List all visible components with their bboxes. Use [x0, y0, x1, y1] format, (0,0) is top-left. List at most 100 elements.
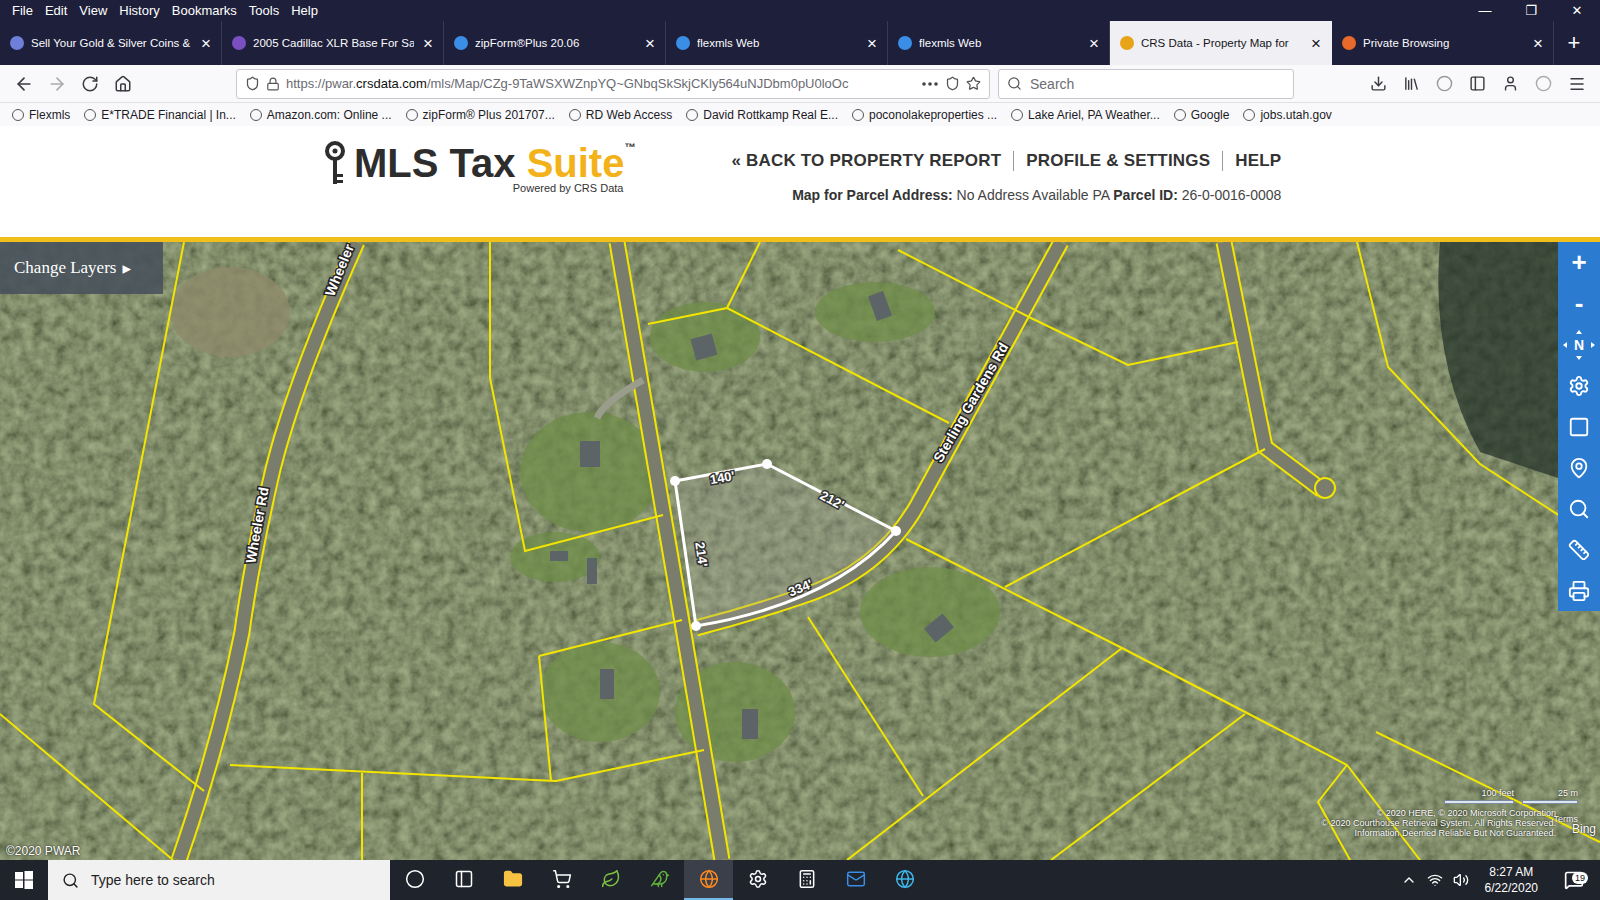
edge-icon[interactable] — [895, 869, 915, 889]
select-area-button[interactable] — [1558, 406, 1600, 447]
search-field[interactable]: Search — [998, 69, 1294, 99]
bookmark[interactable]: Flexmls — [12, 108, 70, 122]
firefox-icon[interactable] — [699, 869, 719, 889]
nav-link[interactable]: HELP — [1222, 151, 1281, 171]
taskbar-app[interactable] — [831, 860, 880, 900]
bookmark[interactable]: zipForm® Plus 201707... — [406, 108, 555, 122]
zoom-in-button[interactable]: + — [1558, 242, 1600, 283]
window-button[interactable]: ❐ — [1508, 0, 1554, 21]
reload-button[interactable] — [74, 69, 105, 99]
cortana-icon[interactable] — [405, 869, 425, 889]
taskbar-app[interactable] — [488, 860, 537, 900]
sync-button[interactable] — [1429, 69, 1460, 99]
star-icon[interactable] — [966, 76, 981, 91]
screen: FileEditViewHistoryBookmarksToolsHelp —❐✕… — [0, 0, 1600, 900]
browser-tab[interactable]: Sell Your Gold & Silver Coins &× — [0, 21, 222, 65]
home-button[interactable] — [107, 69, 138, 99]
network-icon[interactable] — [1427, 872, 1443, 888]
browser-tab[interactable]: flexmls Web× — [666, 21, 888, 65]
map[interactable]: WheelerWheeler RdSterling Gardens Rd140'… — [0, 242, 1600, 860]
forward-button[interactable] — [41, 69, 72, 99]
settings-icon[interactable] — [748, 869, 768, 889]
sheet-icon[interactable] — [601, 869, 621, 889]
tab-close[interactable]: × — [1087, 35, 1101, 52]
window-button[interactable]: ✕ — [1554, 0, 1600, 21]
taskbar-app[interactable] — [439, 860, 488, 900]
menu-item[interactable]: Tools — [243, 3, 285, 18]
menu-item[interactable]: Help — [285, 3, 324, 18]
menu-item[interactable]: File — [6, 3, 39, 18]
bird-icon[interactable] — [650, 869, 670, 889]
start-button[interactable] — [0, 860, 48, 900]
taskbar-app[interactable] — [733, 860, 782, 900]
volume-icon[interactable] — [1453, 872, 1469, 888]
browser-tab[interactable]: Private Browsing× — [1332, 21, 1554, 65]
parcel-line — [847, 648, 1122, 860]
bookmark[interactable]: Lake Ariel, PA Weather... — [1011, 108, 1160, 122]
task-view-icon[interactable] — [454, 869, 474, 889]
browser-tab[interactable]: flexmls Web× — [888, 21, 1110, 65]
settings-button[interactable] — [1558, 365, 1600, 406]
selected-parcel[interactable] — [675, 464, 896, 626]
print-button[interactable] — [1558, 570, 1600, 611]
compass-button[interactable]: N — [1558, 324, 1600, 365]
bookmark[interactable]: David Rottkamp Real E... — [686, 108, 838, 122]
taskbar-search[interactable]: Type here to search — [48, 860, 390, 900]
taskbar-app[interactable] — [390, 860, 439, 900]
sidebar-button[interactable] — [1462, 69, 1493, 99]
byline: Powered by CRS Data — [513, 182, 624, 194]
menu-button[interactable] — [1561, 69, 1592, 99]
bookmark[interactable]: Amazon.com: Online ... — [250, 108, 392, 122]
taskbar-app[interactable] — [537, 860, 586, 900]
pocket-icon[interactable] — [945, 76, 960, 91]
pin-button[interactable] — [1558, 447, 1600, 488]
new-tab-button[interactable]: + — [1554, 21, 1594, 65]
folder-icon[interactable] — [503, 869, 523, 889]
account-button[interactable] — [1495, 69, 1526, 99]
back-button[interactable] — [8, 69, 39, 99]
tab-close[interactable]: × — [1309, 35, 1323, 52]
menu-item[interactable]: Edit — [39, 3, 73, 18]
library-button[interactable] — [1396, 69, 1427, 99]
search-button[interactable] — [1558, 488, 1600, 529]
clock[interactable]: 8:27 AM6/22/2020 — [1479, 864, 1544, 896]
tab-close[interactable]: × — [1531, 35, 1545, 52]
extension-button[interactable] — [1528, 69, 1559, 99]
downloads-button[interactable] — [1363, 69, 1394, 99]
tab-close[interactable]: × — [421, 35, 435, 52]
taskbar-app[interactable] — [684, 860, 733, 900]
taskbar-app[interactable] — [586, 860, 635, 900]
zoom-out-button[interactable]: - — [1558, 283, 1600, 324]
nav-link[interactable]: « BACK TO PROPERTY REPORT — [731, 151, 1013, 171]
calculator-icon[interactable] — [797, 869, 817, 889]
house — [742, 709, 758, 739]
tab-close[interactable]: × — [865, 35, 879, 52]
nav-link[interactable]: PROFILE & SETTINGS — [1013, 151, 1222, 171]
tab-close[interactable]: × — [199, 35, 213, 52]
change-layers-button[interactable]: Change Layers▸ — [0, 242, 163, 294]
browser-tab[interactable]: 2005 Cadillac XLR Base For Sale× — [222, 21, 444, 65]
bookmark[interactable]: jobs.utah.gov — [1243, 108, 1331, 122]
mail-icon[interactable] — [846, 869, 866, 889]
satellite-map[interactable]: WheelerWheeler RdSterling Gardens Rd140'… — [0, 242, 1600, 860]
window-button[interactable]: — — [1462, 0, 1508, 21]
bookmark[interactable]: RD Web Access — [569, 108, 672, 122]
more-dots-icon[interactable] — [921, 81, 939, 87]
amazon-icon[interactable] — [552, 869, 572, 889]
browser-tab[interactable]: zipForm®Plus 20.06× — [444, 21, 666, 65]
browser-tab[interactable]: CRS Data - Property Map for× — [1110, 21, 1332, 65]
url-bar[interactable]: https://pwar.crsdata.com/mls/Map/CZg-9Ta… — [236, 69, 990, 99]
bookmark[interactable]: Google — [1174, 108, 1230, 122]
menu-item[interactable]: Bookmarks — [166, 3, 243, 18]
bookmark[interactable]: poconolakeproperties ... — [852, 108, 997, 122]
taskbar-app[interactable] — [782, 860, 831, 900]
menu-item[interactable]: View — [73, 3, 113, 18]
menu-item[interactable]: History — [113, 3, 165, 18]
notification-button[interactable]: 19 — [1554, 870, 1594, 890]
taskbar-app[interactable] — [635, 860, 684, 900]
taskbar-app[interactable] — [880, 860, 929, 900]
tray-chevron-icon[interactable] — [1401, 872, 1417, 888]
tab-close[interactable]: × — [643, 35, 657, 52]
measure-button[interactable] — [1558, 529, 1600, 570]
bookmark[interactable]: E*TRADE Financial | In... — [84, 108, 236, 122]
